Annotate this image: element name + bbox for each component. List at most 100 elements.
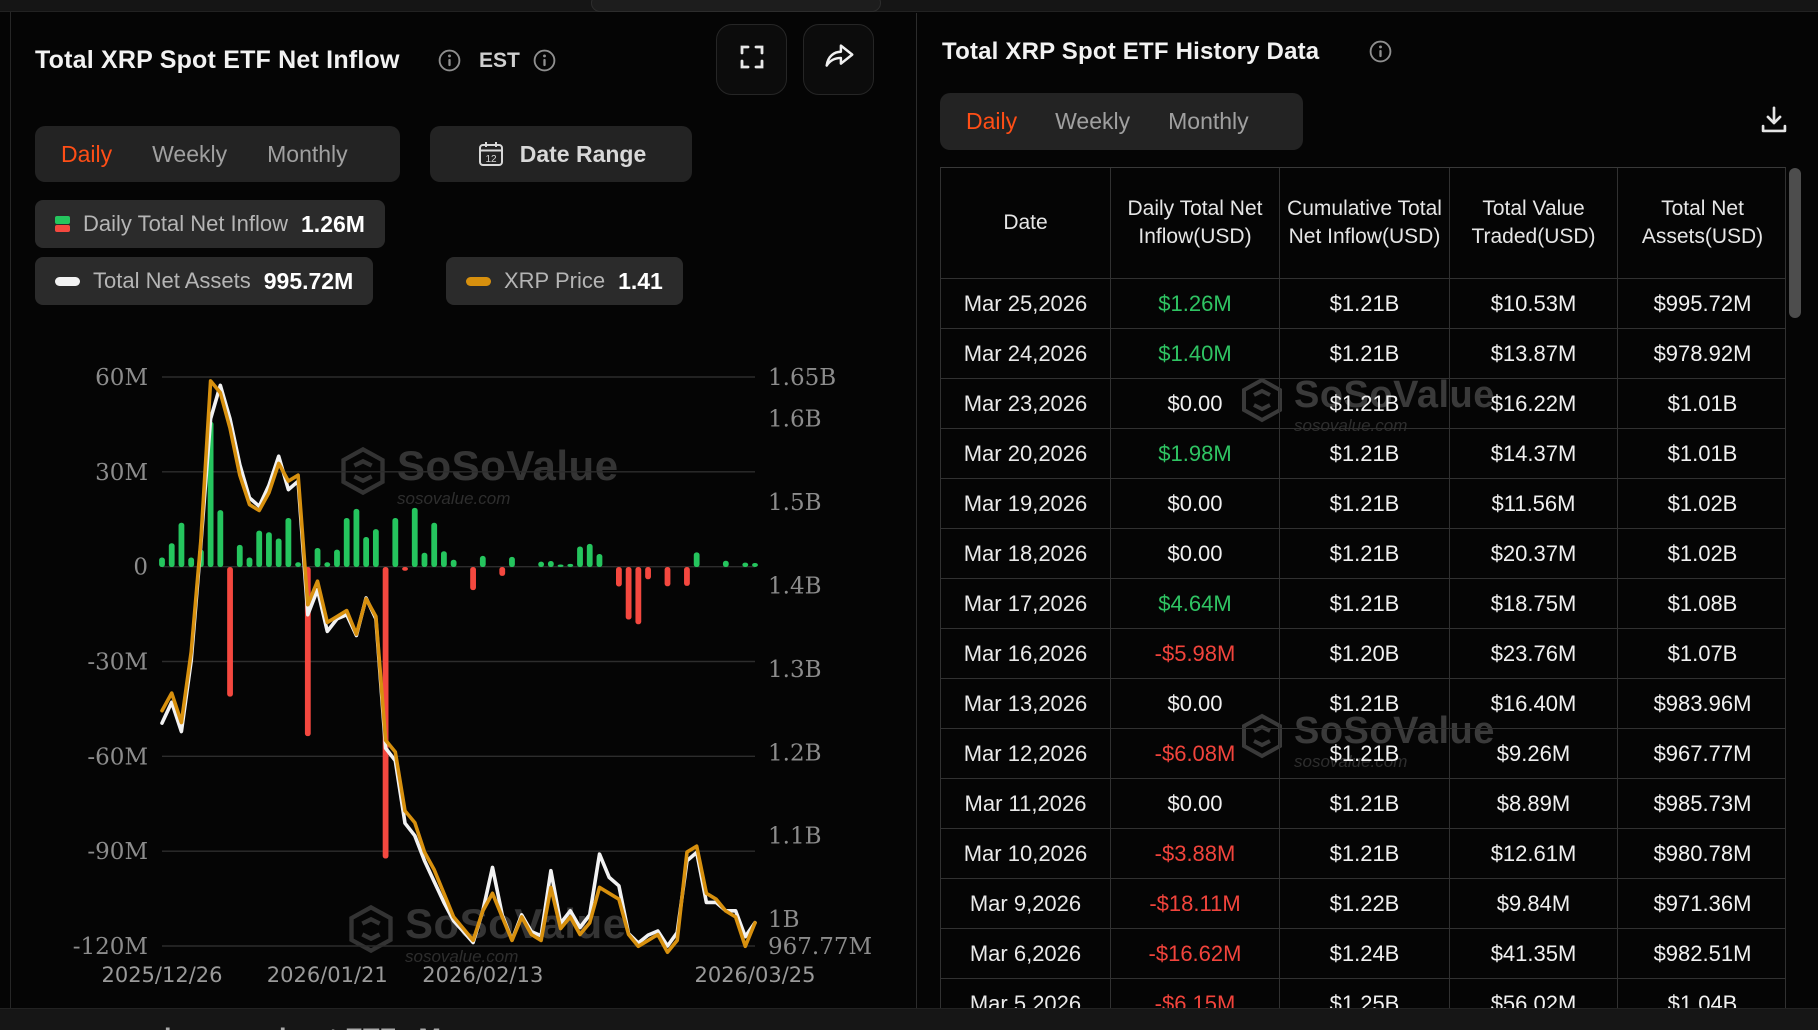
column-header: Date xyxy=(941,168,1111,278)
table-row: Mar 9,2026-$18.11M$1.22B$9.84M$971.36M xyxy=(940,879,1786,929)
cell-daily-inflow: $1.98M xyxy=(1111,429,1280,478)
cell-date: Mar 9,2026 xyxy=(941,879,1111,928)
bottom-strip: l about ETFs M xyxy=(0,1008,1818,1030)
table-scrollbar-thumb[interactable] xyxy=(1789,168,1801,318)
history-tab-daily[interactable]: Daily xyxy=(966,108,1017,135)
table-header-row: DateDaily Total Net Inflow(USD)Cumulativ… xyxy=(940,167,1786,279)
inflow-bar-negative xyxy=(645,567,651,579)
x-axis-label: 2026/03/25 xyxy=(694,963,815,987)
table-row: Mar 11,2026$0.00$1.21B$8.89M$985.73M xyxy=(940,779,1786,829)
cell-value-traded: $10.53M xyxy=(1450,279,1618,328)
table-row: Mar 25,2026$1.26M$1.21B$10.53M$995.72M xyxy=(940,279,1786,329)
cell-value-traded: $18.75M xyxy=(1450,579,1618,628)
inflow-bar-positive xyxy=(315,548,321,567)
inflow-bar-positive xyxy=(363,537,369,567)
share-button[interactable] xyxy=(803,24,874,95)
table-row: Mar 17,2026$4.64M$1.21B$18.75M$1.08B xyxy=(940,579,1786,629)
est-info-icon[interactable] xyxy=(532,48,557,73)
inflow-bar-negative xyxy=(499,567,505,576)
table-row: Mar 10,2026-$3.88M$1.21B$12.61M$980.78M xyxy=(940,829,1786,879)
inflow-bar-positive xyxy=(217,510,223,567)
cell-net-assets: $978.92M xyxy=(1618,329,1787,378)
inflow-bar-positive xyxy=(412,508,418,567)
cell-net-assets: $971.36M xyxy=(1618,879,1787,928)
legend-daily-inflow[interactable]: Daily Total Net Inflow 1.26M xyxy=(35,200,385,248)
column-header: Total Net Assets(USD) xyxy=(1618,168,1787,278)
cell-date: Mar 23,2026 xyxy=(941,379,1111,428)
inflow-bar-positive xyxy=(597,554,603,567)
cell-cumulative-inflow: $1.21B xyxy=(1280,479,1450,528)
tab-daily[interactable]: Daily xyxy=(61,141,112,168)
fullscreen-button[interactable] xyxy=(716,24,787,95)
cell-date: Mar 13,2026 xyxy=(941,679,1111,728)
tab-monthly[interactable]: Monthly xyxy=(267,141,348,168)
cell-value-traded: $9.84M xyxy=(1450,879,1618,928)
inflow-bar-positive xyxy=(324,562,330,567)
inflow-bar-positive xyxy=(266,532,272,567)
date-range-button[interactable]: 12 Date Range xyxy=(430,126,692,182)
inflow-chart: 60M30M0-30M-60M-90M-120M1.65B1.6B1.5B1.4… xyxy=(0,360,916,1030)
inflow-bar-negative xyxy=(626,567,632,620)
inflow-bar-positive xyxy=(567,564,573,567)
right-axis-label: 1.4B xyxy=(768,574,821,600)
cell-cumulative-inflow: $1.21B xyxy=(1280,429,1450,478)
history-tab-monthly[interactable]: Monthly xyxy=(1168,108,1249,135)
assets-legend-value: 995.72M xyxy=(264,268,354,295)
legend-net-assets[interactable]: Total Net Assets 995.72M xyxy=(35,257,373,305)
right-axis-label: 1B xyxy=(768,907,800,933)
cell-cumulative-inflow: $1.21B xyxy=(1280,279,1450,328)
column-header: Cumulative Total Net Inflow(USD) xyxy=(1280,168,1450,278)
inflow-bars xyxy=(159,422,758,859)
inflow-bar-negative xyxy=(470,567,476,590)
inflow-bar-positive xyxy=(742,563,748,567)
cell-date: Mar 20,2026 xyxy=(941,429,1111,478)
cell-value-traded: $9.26M xyxy=(1450,729,1618,778)
history-table: DateDaily Total Net Inflow(USD)Cumulativ… xyxy=(940,167,1786,1029)
cell-daily-inflow: $4.64M xyxy=(1111,579,1280,628)
download-icon xyxy=(1757,103,1791,142)
table-row: Mar 20,2026$1.98M$1.21B$14.37M$1.01B xyxy=(940,429,1786,479)
cell-value-traded: $11.56M xyxy=(1450,479,1618,528)
history-tab-weekly[interactable]: Weekly xyxy=(1055,108,1130,135)
table-row: Mar 6,2026-$16.62M$1.24B$41.35M$982.51M xyxy=(940,929,1786,979)
inflow-bar-positive xyxy=(295,562,301,567)
cell-value-traded: $20.37M xyxy=(1450,529,1618,578)
inflow-bar-negative xyxy=(665,567,671,586)
inflow-bar-negative xyxy=(635,567,641,624)
inflow-bar-positive xyxy=(451,560,457,567)
tab-weekly[interactable]: Weekly xyxy=(152,141,227,168)
history-tab-group: Daily Weekly Monthly xyxy=(940,93,1303,150)
cell-value-traded: $23.76M xyxy=(1450,629,1618,678)
cell-cumulative-inflow: $1.21B xyxy=(1280,829,1450,878)
cell-net-assets: $983.96M xyxy=(1618,679,1787,728)
cell-date: Mar 25,2026 xyxy=(941,279,1111,328)
left-axis-label: 60M xyxy=(95,365,148,391)
cell-date: Mar 12,2026 xyxy=(941,729,1111,778)
left-axis-label: 30M xyxy=(95,460,148,486)
cell-net-assets: $995.72M xyxy=(1618,279,1787,328)
table-row: Mar 23,2026$0.00$1.21B$16.22M$1.01B xyxy=(940,379,1786,429)
inflow-bar-positive xyxy=(723,561,729,567)
table-row: Mar 24,2026$1.40M$1.21B$13.87M$978.92M xyxy=(940,329,1786,379)
cell-net-assets: $967.77M xyxy=(1618,729,1787,778)
legend-xrp-price[interactable]: XRP Price 1.41 xyxy=(446,257,683,305)
cell-daily-inflow: -$6.08M xyxy=(1111,729,1280,778)
cell-value-traded: $14.37M xyxy=(1450,429,1618,478)
share-icon xyxy=(821,39,857,80)
left-axis-label: 0 xyxy=(133,555,148,581)
cell-cumulative-inflow: $1.21B xyxy=(1280,729,1450,778)
cell-daily-inflow: -$5.98M xyxy=(1111,629,1280,678)
inflow-bar-positive xyxy=(548,561,554,567)
inflow-bar-positive xyxy=(422,553,428,567)
inflow-bar-positive xyxy=(441,551,447,567)
cell-daily-inflow: $1.26M xyxy=(1111,279,1280,328)
xrp-price-line xyxy=(162,381,755,952)
date-range-label: Date Range xyxy=(520,141,647,168)
download-button[interactable] xyxy=(1752,100,1796,144)
history-info-icon[interactable] xyxy=(1368,39,1393,64)
inflow-bar-negative xyxy=(402,567,408,571)
assets-legend-icon xyxy=(55,277,80,286)
inflow-info-icon[interactable] xyxy=(437,48,462,73)
cell-date: Mar 17,2026 xyxy=(941,579,1111,628)
cell-cumulative-inflow: $1.21B xyxy=(1280,679,1450,728)
